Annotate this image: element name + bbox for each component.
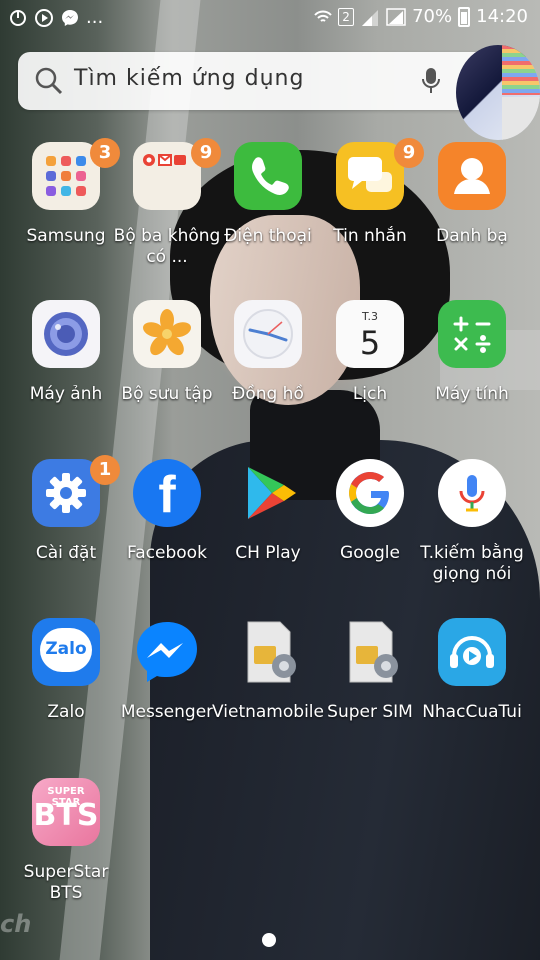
app-label: Cài đặt bbox=[35, 543, 97, 563]
app-label: NhacCuaTui bbox=[422, 702, 522, 722]
app-label: Vietnamobile bbox=[212, 702, 324, 722]
app-label: CH Play bbox=[235, 543, 301, 563]
app-facebook[interactable]: f Facebook bbox=[115, 459, 219, 609]
contacts-icon bbox=[438, 142, 506, 210]
clock-time: 14:20 bbox=[476, 6, 528, 27]
app-calendar[interactable]: T.3 5 Lịch bbox=[318, 300, 422, 450]
profile-avatar[interactable] bbox=[456, 45, 540, 140]
app-label: Bộ sưu tập bbox=[121, 384, 213, 404]
app-messages[interactable]: 9 Tin nhắn bbox=[318, 138, 424, 292]
messenger-notification-icon bbox=[62, 10, 78, 26]
app-google[interactable]: Google bbox=[318, 459, 422, 609]
app-label: Facebook bbox=[127, 543, 207, 563]
app-vietnamobile[interactable]: Vietnamobile bbox=[212, 618, 324, 768]
more-notifications: ... bbox=[86, 7, 104, 28]
sim-toolkit-icon bbox=[234, 618, 302, 686]
app-label: Tin nhắn bbox=[333, 226, 407, 246]
wifi-icon bbox=[314, 10, 332, 22]
app-samsung[interactable]: 3 Samsung bbox=[14, 138, 120, 292]
calendar-day: T.3 bbox=[362, 310, 378, 323]
app-camera[interactable]: Máy ảnh bbox=[14, 300, 118, 450]
sim2-badge: 2 bbox=[338, 7, 355, 26]
superstar-bts-icon: SUPER STAR BTS bbox=[32, 778, 100, 846]
media-play-icon bbox=[35, 9, 53, 27]
app-label: Messenger bbox=[120, 702, 214, 722]
app-settings[interactable]: 1 Cài đặt bbox=[14, 455, 120, 609]
sync-icon bbox=[10, 10, 26, 26]
gallery-icon bbox=[133, 300, 201, 368]
search-placeholder: Tìm kiếm ứng dụng bbox=[74, 66, 305, 91]
app-label: Máy tính bbox=[435, 384, 509, 404]
camera-icon bbox=[32, 300, 100, 368]
zalo-icon: Zalo bbox=[32, 618, 100, 686]
calendar-icon: T.3 5 bbox=[336, 300, 404, 368]
app-google-folder[interactable]: 9 Bộ ba không có ... bbox=[114, 138, 221, 292]
app-voice-search[interactable]: T.kiếm bằng giọng nói bbox=[420, 459, 524, 609]
app-label: Super SIM bbox=[327, 702, 413, 722]
app-label: Samsung bbox=[26, 226, 106, 246]
google-icon bbox=[336, 459, 404, 527]
bts-main-text: BTS bbox=[33, 798, 99, 833]
voice-search-icon bbox=[438, 459, 506, 527]
nhaccuatui-icon bbox=[438, 618, 506, 686]
app-label: Bộ ba không có ... bbox=[113, 226, 221, 267]
facebook-icon: f bbox=[133, 459, 201, 527]
messenger-icon bbox=[133, 618, 201, 686]
app-nhaccuatui[interactable]: NhacCuaTui bbox=[420, 618, 524, 768]
app-label: T.kiếm bằng giọng nói bbox=[420, 543, 524, 584]
play-store-icon bbox=[234, 459, 302, 527]
app-contacts[interactable]: Danh bạ bbox=[420, 142, 524, 292]
app-label: Zalo bbox=[47, 702, 85, 722]
app-label: Đồng hồ bbox=[232, 384, 304, 404]
app-super-sim[interactable]: Super SIM bbox=[318, 618, 422, 768]
page-indicator-dot[interactable] bbox=[262, 933, 276, 947]
calendar-date: 5 bbox=[359, 324, 381, 362]
sim-toolkit-icon bbox=[336, 618, 404, 686]
app-gallery[interactable]: Bộ sưu tập bbox=[115, 300, 219, 450]
app-label: Điện thoại bbox=[224, 226, 312, 246]
app-calculator[interactable]: Máy tính bbox=[420, 300, 524, 450]
clock-icon bbox=[234, 300, 302, 368]
microphone-icon[interactable] bbox=[420, 66, 442, 96]
battery-icon bbox=[458, 6, 471, 27]
calculator-icon bbox=[438, 300, 506, 368]
app-superstar-bts[interactable]: SUPER STAR BTS SuperStar BTS bbox=[14, 778, 118, 928]
app-messenger[interactable]: Messenger bbox=[115, 618, 219, 768]
app-clock[interactable]: Đồng hồ bbox=[216, 300, 320, 450]
zalo-text: Zalo bbox=[45, 639, 87, 659]
app-play-store[interactable]: CH Play bbox=[216, 459, 320, 609]
status-bar: ... 2 70% 14:20 bbox=[0, 0, 540, 36]
signal-icon-2 bbox=[386, 7, 406, 26]
app-zalo[interactable]: Zalo Zalo bbox=[14, 618, 118, 768]
app-phone[interactable]: Điện thoại bbox=[216, 142, 320, 292]
app-label: Google bbox=[340, 543, 400, 563]
app-label: Lịch bbox=[352, 384, 388, 404]
app-label: Máy ảnh bbox=[29, 384, 103, 404]
signal-icon bbox=[362, 9, 379, 26]
app-label: SuperStar BTS bbox=[23, 862, 109, 903]
app-search-bar[interactable]: Tìm kiếm ứng dụng bbox=[18, 52, 498, 110]
app-label: Danh bạ bbox=[436, 226, 508, 246]
phone-icon bbox=[234, 142, 302, 210]
battery-percent: 70% bbox=[412, 6, 453, 27]
search-icon bbox=[35, 67, 63, 95]
facebook-letter: f bbox=[158, 466, 176, 524]
